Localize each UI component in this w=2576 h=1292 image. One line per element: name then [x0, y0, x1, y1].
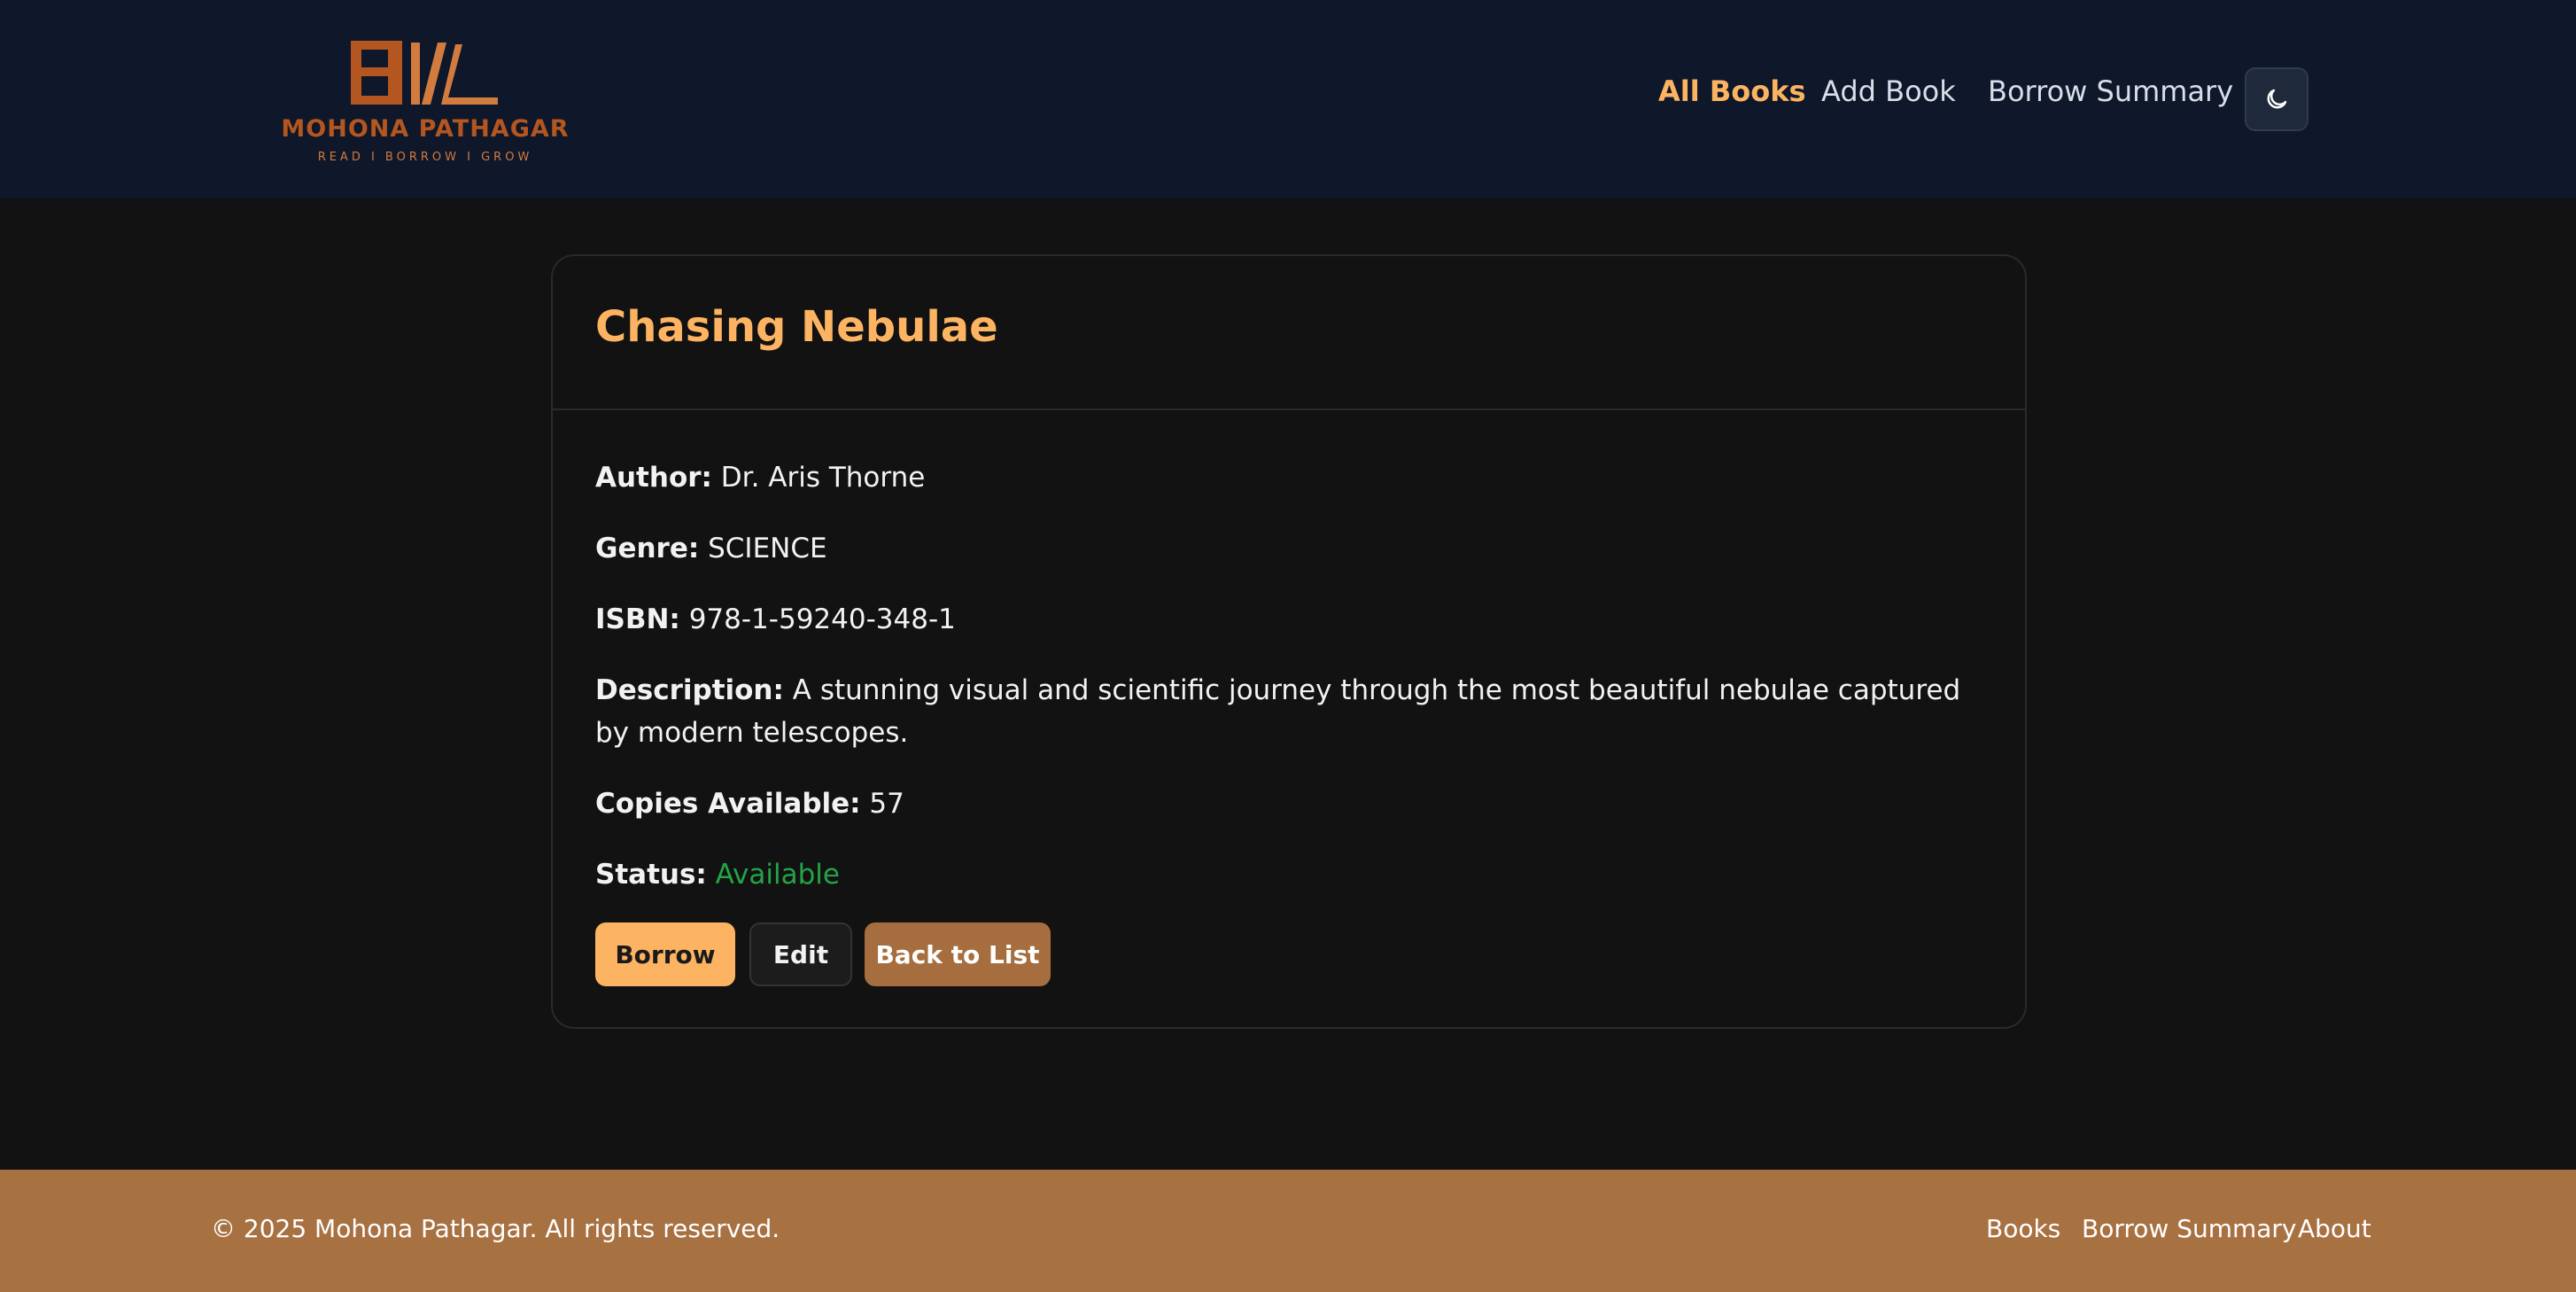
isbn-label: ISBN:	[595, 603, 680, 635]
author-field: Author: Dr. Aris Thorne	[595, 456, 1995, 499]
status-badge: Available	[715, 859, 840, 891]
back-to-list-button[interactable]: Back to List	[865, 922, 1051, 986]
book-title: Chasing Nebulae	[595, 302, 998, 352]
genre-value: SCIENCE	[708, 533, 827, 564]
copies-label: Copies Available:	[595, 788, 861, 820]
site-footer: © 2025 Mohona Pathagar. All rights reser…	[0, 1170, 2576, 1292]
card-divider	[553, 409, 2025, 410]
description-value: A stunning visual and scientific journey…	[595, 674, 1961, 749]
isbn-value: 978-1-59240-348-1	[688, 603, 956, 635]
footer-link-books[interactable]: Books	[1986, 1214, 2060, 1243]
footer-link-about[interactable]: About	[2298, 1214, 2371, 1243]
logo-mark-icon	[351, 41, 498, 105]
nav-borrow-summary[interactable]: Borrow Summary	[1988, 69, 2233, 113]
moon-icon	[2267, 89, 2287, 109]
logo-tagline: READ I BORROW I GROW	[317, 151, 533, 164]
isbn-field: ISBN: 978-1-59240-348-1	[595, 598, 1995, 641]
genre-field: Genre: SCIENCE	[595, 527, 1995, 570]
nav-borrow-summary-label[interactable]: Borrow Summary	[1988, 74, 2233, 108]
site-logo[interactable]: MOHONA PATHAGAR READ I BORROW I GROW	[273, 34, 578, 168]
borrow-button[interactable]: Borrow	[595, 922, 735, 986]
copies-field: Copies Available: 57	[595, 782, 1995, 825]
site-header: MOHONA PATHAGAR READ I BORROW I GROW All…	[0, 0, 2576, 198]
nav-add-book-label[interactable]: Add Book	[1821, 74, 1956, 108]
description-label: Description:	[595, 674, 784, 706]
status-field: Status: Available	[595, 853, 1995, 896]
author-value: Dr. Aris Thorne	[720, 462, 926, 494]
book-detail-card: Chasing Nebulae Author: Dr. Aris Thorne …	[551, 254, 2027, 1029]
status-label: Status:	[595, 859, 707, 891]
nav-add-book[interactable]: Add Book	[1821, 69, 1956, 113]
nav-all-books-label[interactable]: All Books	[1658, 74, 1806, 108]
edit-button[interactable]: Edit	[749, 922, 852, 986]
description-field: Description: A stunning visual and scien…	[595, 669, 1995, 754]
author-label: Author:	[595, 462, 712, 494]
genre-label: Genre:	[595, 533, 700, 564]
footer-link-borrow-summary[interactable]: Borrow Summary	[2082, 1214, 2297, 1243]
logo-title: MOHONA PATHAGAR	[281, 115, 570, 143]
theme-toggle-button[interactable]	[2245, 67, 2308, 131]
nav-all-books[interactable]: All Books	[1658, 69, 1806, 113]
copyright-text: © 2025 Mohona Pathagar. All rights reser…	[211, 1214, 780, 1243]
copies-value: 57	[869, 788, 904, 820]
